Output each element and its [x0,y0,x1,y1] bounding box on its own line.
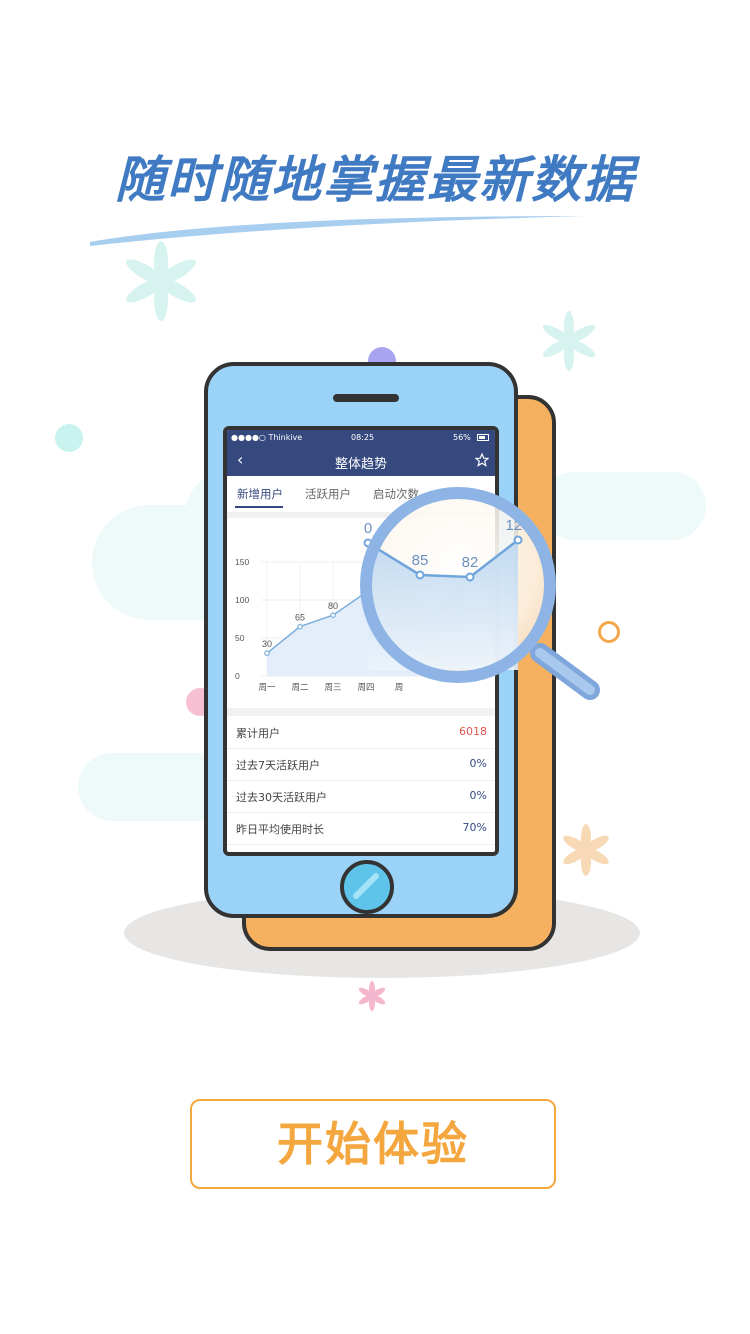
stat-value: 0% [469,757,487,770]
navbar: ‹ 整体趋势 [227,446,495,476]
flower-icon [542,311,596,371]
data-point [264,650,270,657]
home-button [340,860,394,914]
magnified-data-label: 85 [412,552,429,569]
y-tick-label: 150 [235,557,249,567]
flower-icon [563,824,609,876]
x-tick-label: 周三 [324,682,341,692]
magnifier-icon: 085 82120 [360,487,600,700]
data-label: 65 [295,613,305,623]
y-tick-label: 0 [235,671,240,681]
status-carrier: ●●●●○ Thinkive [231,433,303,442]
magnified-data-point [513,535,523,545]
stat-label: 累计用户 [236,727,280,740]
headline: 随时随地掌握最新数据 [115,151,635,209]
x-tick-label: 周二 [291,682,309,692]
stat-label: 昨日平均使用时长 [236,823,324,836]
magnified-data-label: 82 [462,554,479,571]
stat-value: 0% [469,789,487,802]
y-tick-label: 50 [235,633,245,643]
data-point [330,612,336,619]
data-label: 80 [328,601,338,611]
status-battery: 56% [453,433,471,442]
tab-new-users[interactable]: 新增用户 [237,486,283,502]
start-experience-button[interactable]: 开始体验 [190,1099,556,1189]
flower-icon [126,241,196,321]
magnified-data-point [465,572,475,582]
decor-dot-mint [55,424,83,452]
phone-speaker [333,394,399,402]
stat-row-7day-active[interactable]: 过去7天活跃用户 0% [227,748,495,781]
tab-active-users[interactable]: 活跃用户 [305,486,351,502]
flower-icon [358,981,386,1011]
status-time: 08:25 [351,433,375,442]
stat-row-avg-duration[interactable]: 昨日平均使用时长 70% [227,812,495,845]
y-tick-label: 100 [235,595,249,605]
stat-label: 过去7天活跃用户 [236,759,320,772]
battery-icon [477,434,489,441]
data-label: 30 [262,639,272,649]
magnified-data-label: 0 [364,520,372,537]
status-bar: ●●●●○ Thinkive 08:25 56% [227,430,495,446]
magnified-data-point [415,570,425,580]
stat-row-30day-active[interactable]: 过去30天活跃用户 0% [227,780,495,813]
tab-active-indicator [235,506,283,508]
star-outline-icon[interactable] [475,453,489,467]
stat-value: 70% [462,821,487,834]
x-tick-label: 周一 [258,682,276,692]
stat-value: 6018 [459,725,487,738]
navbar-title: 整体趋势 [334,457,387,472]
stat-label: 过去30天活跃用户 [236,791,327,804]
data-point [297,623,303,630]
stat-row-total-users[interactable]: 累计用户 6018 [227,716,495,749]
